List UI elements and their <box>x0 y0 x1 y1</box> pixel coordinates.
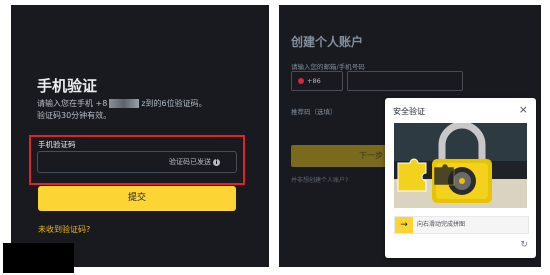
redacted-phone-number <box>109 99 140 108</box>
create-business-account-text[interactable]: 并非想创建个人账户? <box>291 175 348 184</box>
sms-code-label: 手机验证码 <box>38 140 76 149</box>
code-sent-hint: 验证码已发送 i <box>169 157 220 167</box>
code-not-received-link[interactable]: 未收到验证码? <box>38 224 90 235</box>
sms-code-input[interactable]: 验证码已发送 i <box>37 151 237 173</box>
verification-description: 请输入您在手机 +8 z到的6位验证码。 验证码30分钟有效。 <box>37 98 247 122</box>
slider-instruction: 向右滑动完成拼图 <box>417 221 466 228</box>
phone-input-row: +86 <box>291 71 463 91</box>
country-code: +86 <box>307 77 321 85</box>
description-text-part1: 请输入您在手机 +8 <box>37 99 108 108</box>
china-flag-icon <box>298 78 304 84</box>
page-title: 手机验证 <box>37 77 98 95</box>
modal-title: 安全验证 <box>393 107 425 116</box>
captcha-puzzle-image <box>394 123 527 208</box>
captcha-slider-track[interactable]: → 向右滑动完成拼图 <box>394 216 529 234</box>
phone-number-input[interactable] <box>347 71 463 91</box>
description-text-part2: z到的6位验证码。 <box>141 99 207 108</box>
security-verification-modal: 安全验证 × → 向右滑动完成拼图 ↻ <box>385 98 536 258</box>
next-button-label: 下一步 <box>359 151 383 160</box>
description-text-validity: 验证码30分钟有效。 <box>37 111 112 120</box>
next-button[interactable]: 下一步 <box>291 145 391 167</box>
redaction-block <box>3 243 74 273</box>
close-icon[interactable]: × <box>519 103 528 116</box>
referral-code-toggle[interactable]: 推荐码（选填） <box>291 106 337 116</box>
create-account-title: 创建个人账户 <box>291 35 364 49</box>
arrow-right-icon[interactable]: → <box>395 217 413 233</box>
phone-email-label: 请输入您的邮箱/手机号码 <box>291 63 365 71</box>
submit-button[interactable]: 提交 <box>38 186 236 211</box>
padlock-illustration <box>394 123 527 208</box>
country-code-select[interactable]: +86 <box>291 71 343 91</box>
info-icon: i <box>213 159 220 166</box>
code-sent-text: 验证码已发送 <box>169 158 211 166</box>
refresh-icon[interactable]: ↻ <box>520 240 528 250</box>
